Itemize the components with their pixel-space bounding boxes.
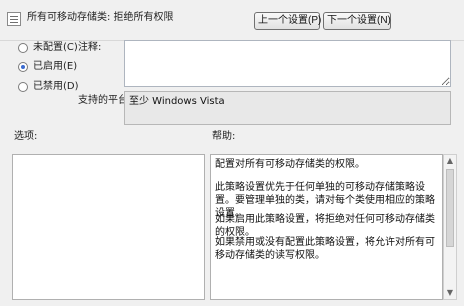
disabled-label: 已禁用(D) (33, 81, 79, 92)
scroll-thumb[interactable] (446, 169, 454, 247)
options-panel (12, 154, 205, 300)
policy-title: 所有可移动存储类: 拒绝所有权限 (27, 12, 174, 23)
not-configured-label: 未配置(C) (33, 42, 78, 53)
dialog-header: 所有可移动存储类: 拒绝所有权限 上一个设置(P) 下一个设置(N) (0, 0, 464, 41)
help-paragraph: 配置对所有可移动存储类的权限。 (215, 159, 365, 170)
help-scrollbar[interactable]: ▲ ▼ (443, 154, 457, 300)
not-configured-radio[interactable] (18, 43, 28, 53)
enabled-radio[interactable] (18, 62, 28, 72)
scroll-up-icon[interactable]: ▲ (446, 157, 454, 165)
scroll-down-icon[interactable]: ▼ (446, 289, 454, 297)
supported-platform-value: 至少 Windows Vista (129, 96, 225, 107)
help-label: 帮助: (212, 131, 236, 142)
comment-label: 注释: (78, 42, 102, 53)
enabled-label: 已启用(E) (33, 61, 78, 72)
supported-platform-box: 至少 Windows Vista (124, 91, 451, 125)
policy-setting-dialog: 所有可移动存储类: 拒绝所有权限 上一个设置(P) 下一个设置(N) 未配置(C… (0, 0, 464, 306)
next-setting-button[interactable]: 下一个设置(N) (323, 12, 391, 30)
help-paragraph: 如果禁用或没有配置此策略设置，将允许对所有可移动存储类的读写权限。 (215, 237, 435, 261)
help-panel: 配置对所有可移动存储类的权限。 此策略设置优先于任何单独的可移动存储策略设置。要… (210, 154, 443, 300)
policy-icon (7, 12, 21, 26)
comment-field[interactable] (124, 40, 451, 87)
previous-setting-button[interactable]: 上一个设置(P) (254, 12, 321, 30)
disabled-radio[interactable] (18, 82, 28, 92)
options-label: 选项: (14, 131, 38, 142)
